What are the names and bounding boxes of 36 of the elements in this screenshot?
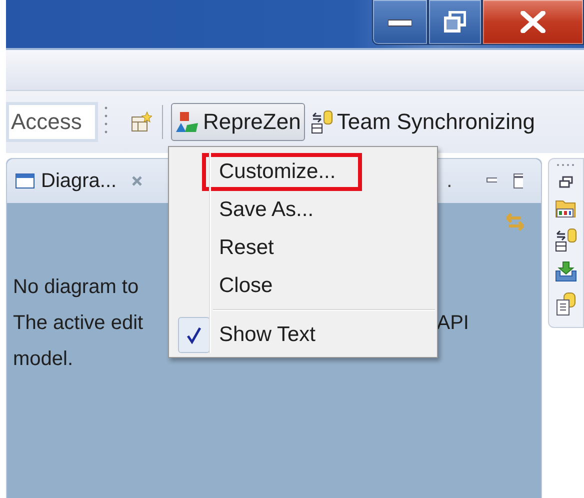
sync-database-icon[interactable] <box>555 228 577 252</box>
menu-item[interactable]: Customize... <box>169 153 437 191</box>
maximize-icon[interactable] <box>512 173 523 189</box>
open-perspective-icon[interactable] <box>130 111 152 133</box>
menu-item[interactable]: Close <box>169 267 437 305</box>
quick-access-field[interactable]: Access <box>6 102 98 142</box>
sync-database-icon <box>310 110 333 134</box>
message-text: No diagram to <box>13 275 139 300</box>
message-text: model. <box>13 347 74 372</box>
minimize-icon <box>388 17 412 27</box>
panel-tab[interactable]: . <box>444 166 454 196</box>
menu-item[interactable]: Reset <box>169 229 437 267</box>
message-text: The active edit <box>13 311 144 336</box>
menu-item[interactable]: Save As... <box>169 191 437 229</box>
grip-icon <box>556 163 576 167</box>
perspective-button[interactable]: RepreZen <box>171 103 305 141</box>
window-icon <box>15 173 35 189</box>
menu-item-label: Customize... <box>202 153 362 191</box>
minimize-button[interactable] <box>372 0 428 45</box>
close-button[interactable] <box>482 0 584 45</box>
checkmark-icon <box>186 326 202 344</box>
menu-item-label: Show Text <box>219 323 316 347</box>
database-document-icon[interactable] <box>555 292 577 316</box>
restore-button[interactable] <box>428 0 482 45</box>
menu-item-label: Reset <box>219 236 274 260</box>
import-icon[interactable] <box>555 261 577 283</box>
menu-item[interactable]: Show Text <box>169 316 437 354</box>
menu-item-label: Close <box>219 274 273 298</box>
restore-icon[interactable] <box>559 176 573 188</box>
message-text: API <box>436 311 469 336</box>
shapes-icon <box>175 111 199 133</box>
restore-icon <box>444 11 466 33</box>
panel-tab[interactable]: Diagra... <box>13 166 145 196</box>
close-icon <box>520 11 546 33</box>
perspective-button[interactable]: Team Synchronizing <box>306 103 539 141</box>
menu-item-label: Save As... <box>219 198 314 222</box>
